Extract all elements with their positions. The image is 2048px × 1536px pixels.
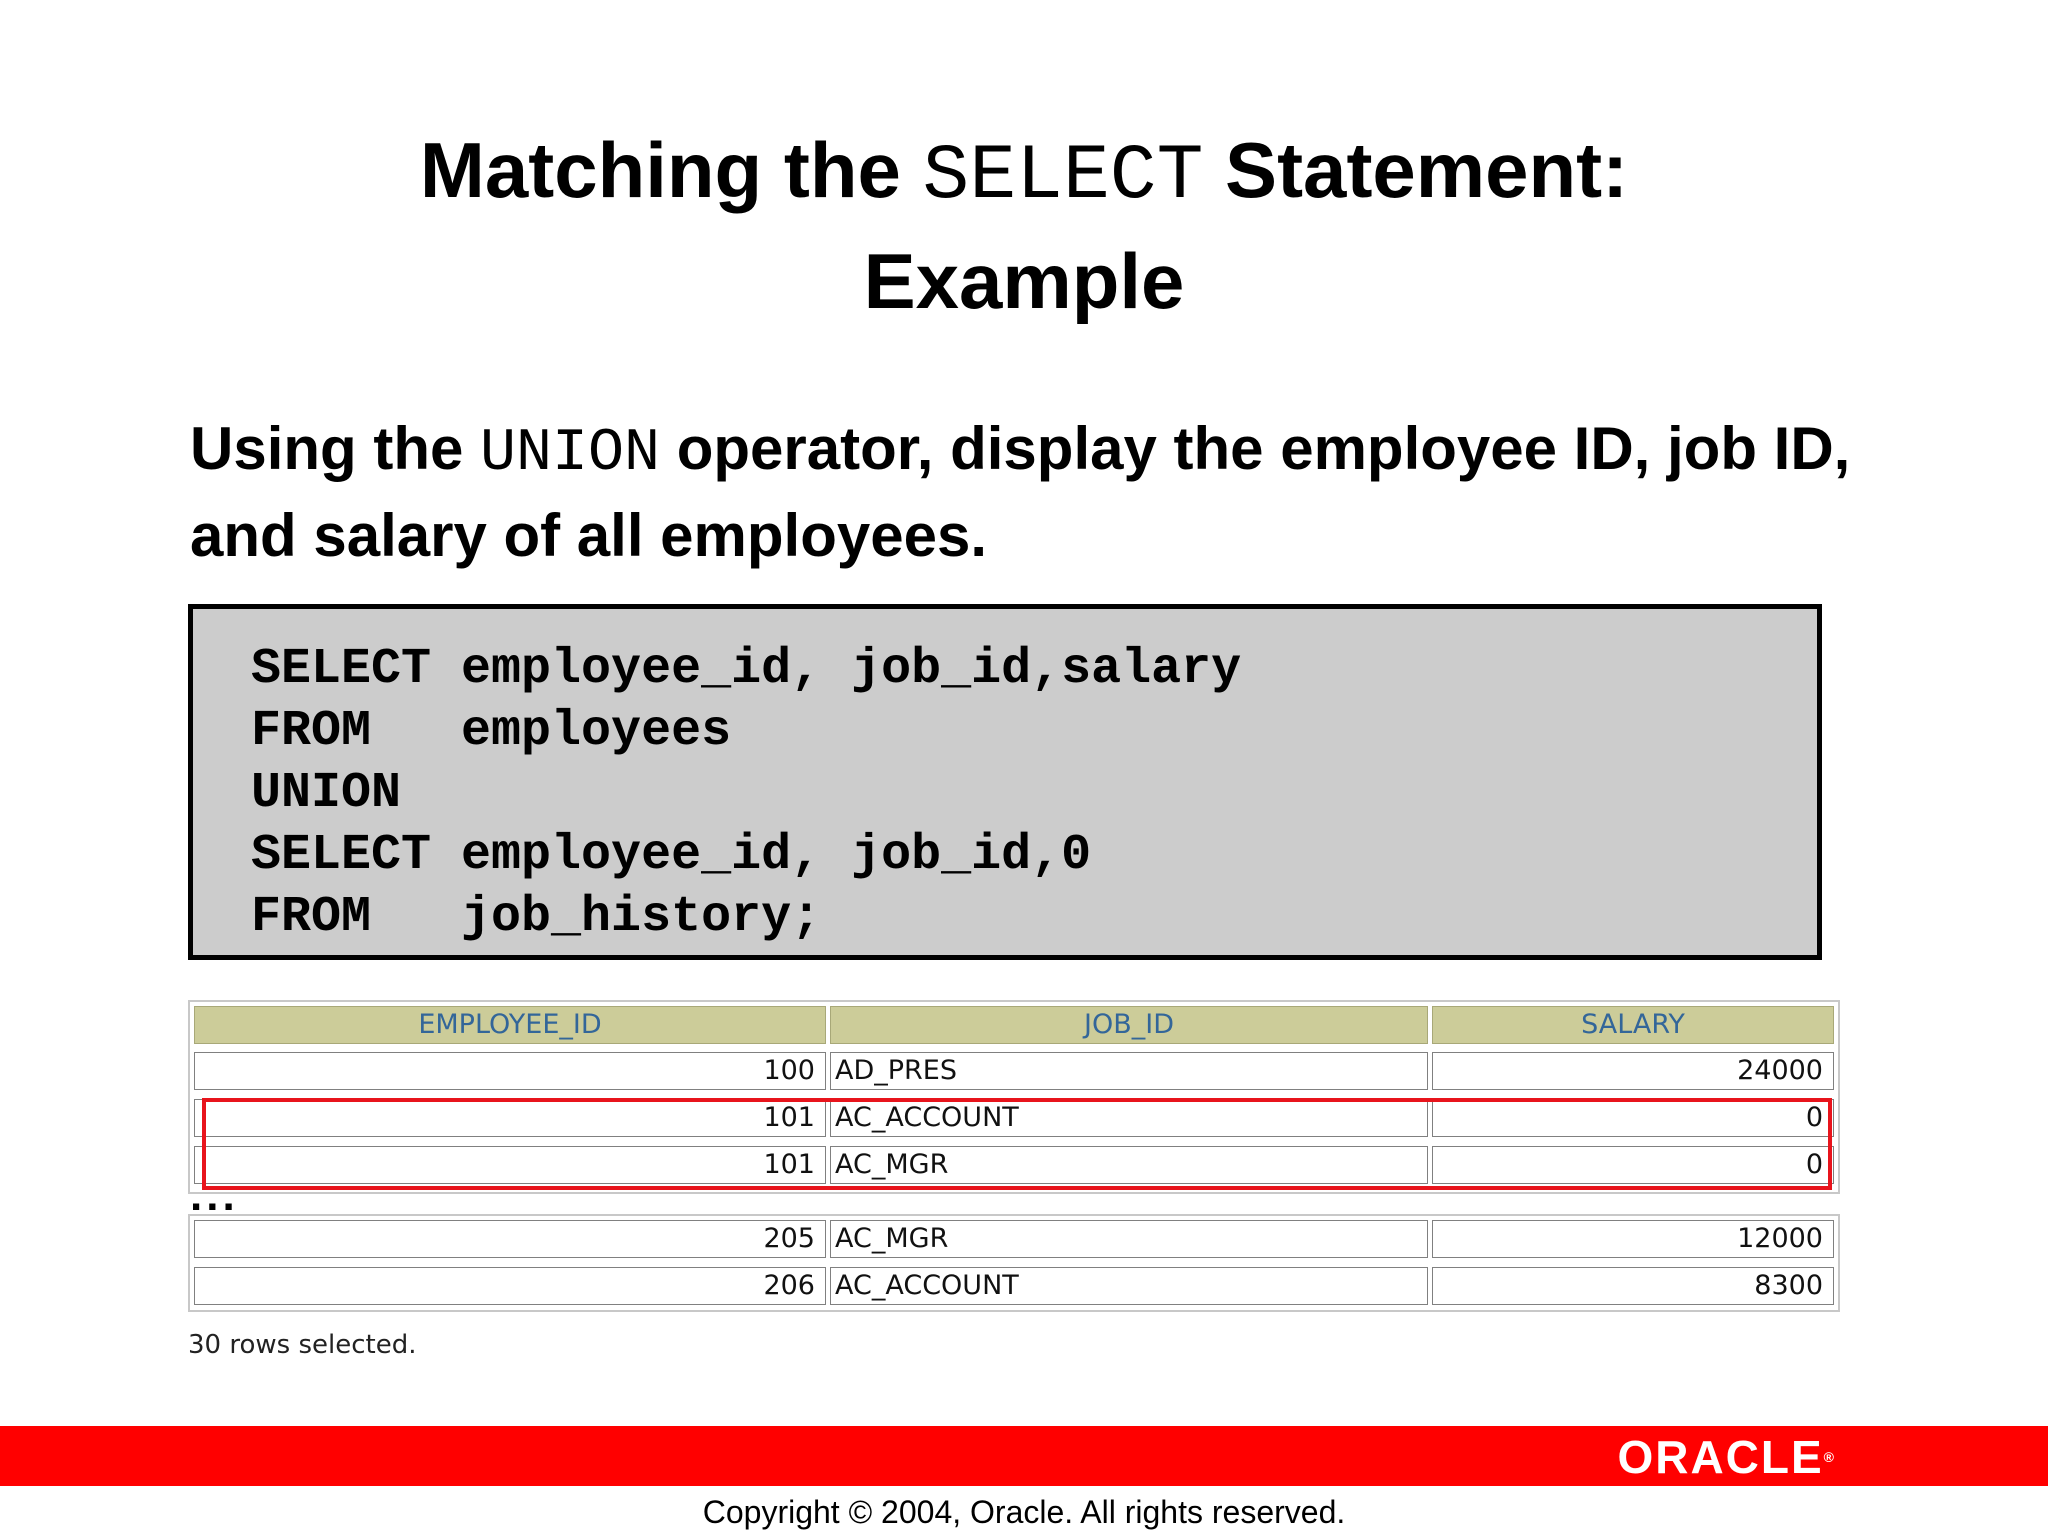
copyright-text: Copyright © 2004, Oracle. All rights res… [702,1494,1346,1530]
cell-salary: 0 [1432,1146,1834,1184]
cell-employee-id: 100 [194,1052,826,1090]
code-line: UNION [251,765,402,822]
cell-employee-id: 205 [194,1220,826,1258]
result-grid-bottom: 205 AC_MGR 12000 206 AC_ACCOUNT 8300 [188,1214,1840,1312]
cell-job-id: AC_MGR [830,1220,1428,1258]
cell-employee-id: 206 [194,1267,826,1305]
cell-salary: 0 [1432,1099,1834,1137]
cell-employee-id: 101 [194,1099,826,1137]
footer-bar: ORACLE® [0,1426,2048,1486]
oracle-logo: ORACLE® [1617,1432,1834,1482]
column-header-salary: SALARY [1432,1006,1834,1044]
cell-job-id: AD_PRES [830,1052,1428,1090]
result-grid-top: EMPLOYEE_ID JOB_ID SALARY 100 AD_PRES 24… [188,1000,1840,1194]
column-header-employee-id: EMPLOYEE_ID [194,1006,826,1044]
cell-job-id: AC_MGR [830,1146,1428,1184]
cell-job-id: AC_ACCOUNT [830,1267,1428,1305]
title-text-1: Matching the [419,126,923,214]
cell-employee-id: 101 [194,1146,826,1184]
title-line-2: Example [863,237,1185,325]
sql-code-box: SELECT employee_id, job_id,salary FROM e… [188,604,1822,960]
rows-ellipsis: ... [190,1171,239,1220]
code-line: SELECT employee_id, job_id,0 [251,827,1092,884]
title-keyword: SELECT [922,133,1204,221]
intro-text-1: Using the [190,415,481,482]
code-line: FROM employees [251,703,732,760]
rows-selected-text: 30 rows selected. [188,1330,417,1360]
title-text-2: Statement: [1203,126,1629,214]
logo-text: ORACLE [1617,1431,1824,1483]
column-header-job-id: JOB_ID [830,1006,1428,1044]
cell-salary: 8300 [1432,1267,1834,1305]
code-line: SELECT employee_id, job_id,salary [251,641,1242,698]
registered-mark: ® [1823,1449,1834,1465]
intro-paragraph: Using the UNION operator, display the em… [190,408,1870,577]
intro-keyword: UNION [480,420,661,488]
cell-job-id: AC_ACCOUNT [830,1099,1428,1137]
code-line: FROM job_history; [251,889,822,946]
cell-salary: 24000 [1432,1052,1834,1090]
cell-salary: 12000 [1432,1220,1834,1258]
slide-title: Matching the SELECT Statement: Example [0,118,2048,333]
